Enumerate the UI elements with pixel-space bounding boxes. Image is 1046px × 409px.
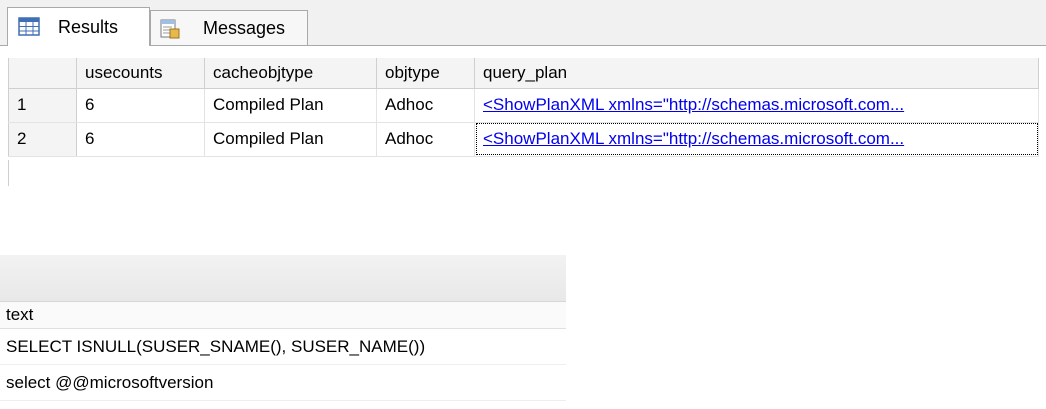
text-header-row: text (0, 301, 566, 329)
column-header-usecounts[interactable]: usecounts (76, 58, 205, 89)
tab-results-label: Results (58, 16, 119, 37)
results-tab-strip: Results Messages (0, 0, 1046, 46)
tab-messages-label: Messages (203, 17, 286, 38)
messages-icon (159, 18, 181, 39)
cell-usecounts[interactable]: 6 (76, 122, 205, 157)
cell-query-plan[interactable]: <ShowPlanXML xmlns="http://schemas.micro… (474, 88, 1039, 123)
tab-strip-divider (0, 45, 1046, 46)
table-row: 1 6 Compiled Plan Adhoc <ShowPlanXML xml… (8, 88, 1039, 123)
cell-objtype[interactable]: Adhoc (376, 88, 475, 123)
query-plan-link[interactable]: <ShowPlanXML xmlns="http://schemas.micro… (483, 129, 904, 148)
row-number[interactable]: 1 (8, 88, 77, 123)
column-header-objtype[interactable]: objtype (376, 58, 475, 89)
cell-objtype[interactable]: Adhoc (376, 122, 475, 157)
text-results-grid[interactable]: text SELECT ISNULL(SUSER_SNAME(), SUSER_… (0, 301, 566, 401)
column-header-text[interactable]: text (0, 301, 566, 329)
table-row: 2 6 Compiled Plan Adhoc <ShowPlanXML xml… (8, 122, 1039, 157)
text-results-header-bar (0, 255, 566, 301)
grid-gutter-line (8, 160, 9, 186)
results-header-row: usecounts cacheobjtype objtype query_pla… (8, 58, 1039, 89)
tab-messages[interactable]: Messages (150, 10, 308, 45)
tab-results[interactable]: Results (7, 7, 150, 46)
cell-usecounts[interactable]: 6 (76, 88, 205, 123)
row-header-corner[interactable] (8, 58, 77, 89)
results-grid[interactable]: usecounts cacheobjtype objtype query_pla… (8, 58, 1039, 157)
column-header-cacheobjtype[interactable]: cacheobjtype (204, 58, 377, 89)
list-item: SELECT ISNULL(SUSER_SNAME(), SUSER_NAME(… (0, 328, 566, 365)
cell-cacheobjtype[interactable]: Compiled Plan (204, 122, 377, 157)
cell-query-plan[interactable]: <ShowPlanXML xmlns="http://schemas.micro… (474, 122, 1039, 157)
grid-icon (18, 17, 40, 37)
cell-cacheobjtype[interactable]: Compiled Plan (204, 88, 377, 123)
query-plan-link[interactable]: <ShowPlanXML xmlns="http://schemas.micro… (483, 95, 904, 114)
row-number[interactable]: 2 (8, 122, 77, 157)
cell-text[interactable]: SELECT ISNULL(SUSER_SNAME(), SUSER_NAME(… (0, 328, 566, 365)
column-header-query-plan[interactable]: query_plan (474, 58, 1039, 89)
list-item: select @@microsoftversion (0, 364, 566, 401)
cell-text[interactable]: select @@microsoftversion (0, 364, 566, 401)
